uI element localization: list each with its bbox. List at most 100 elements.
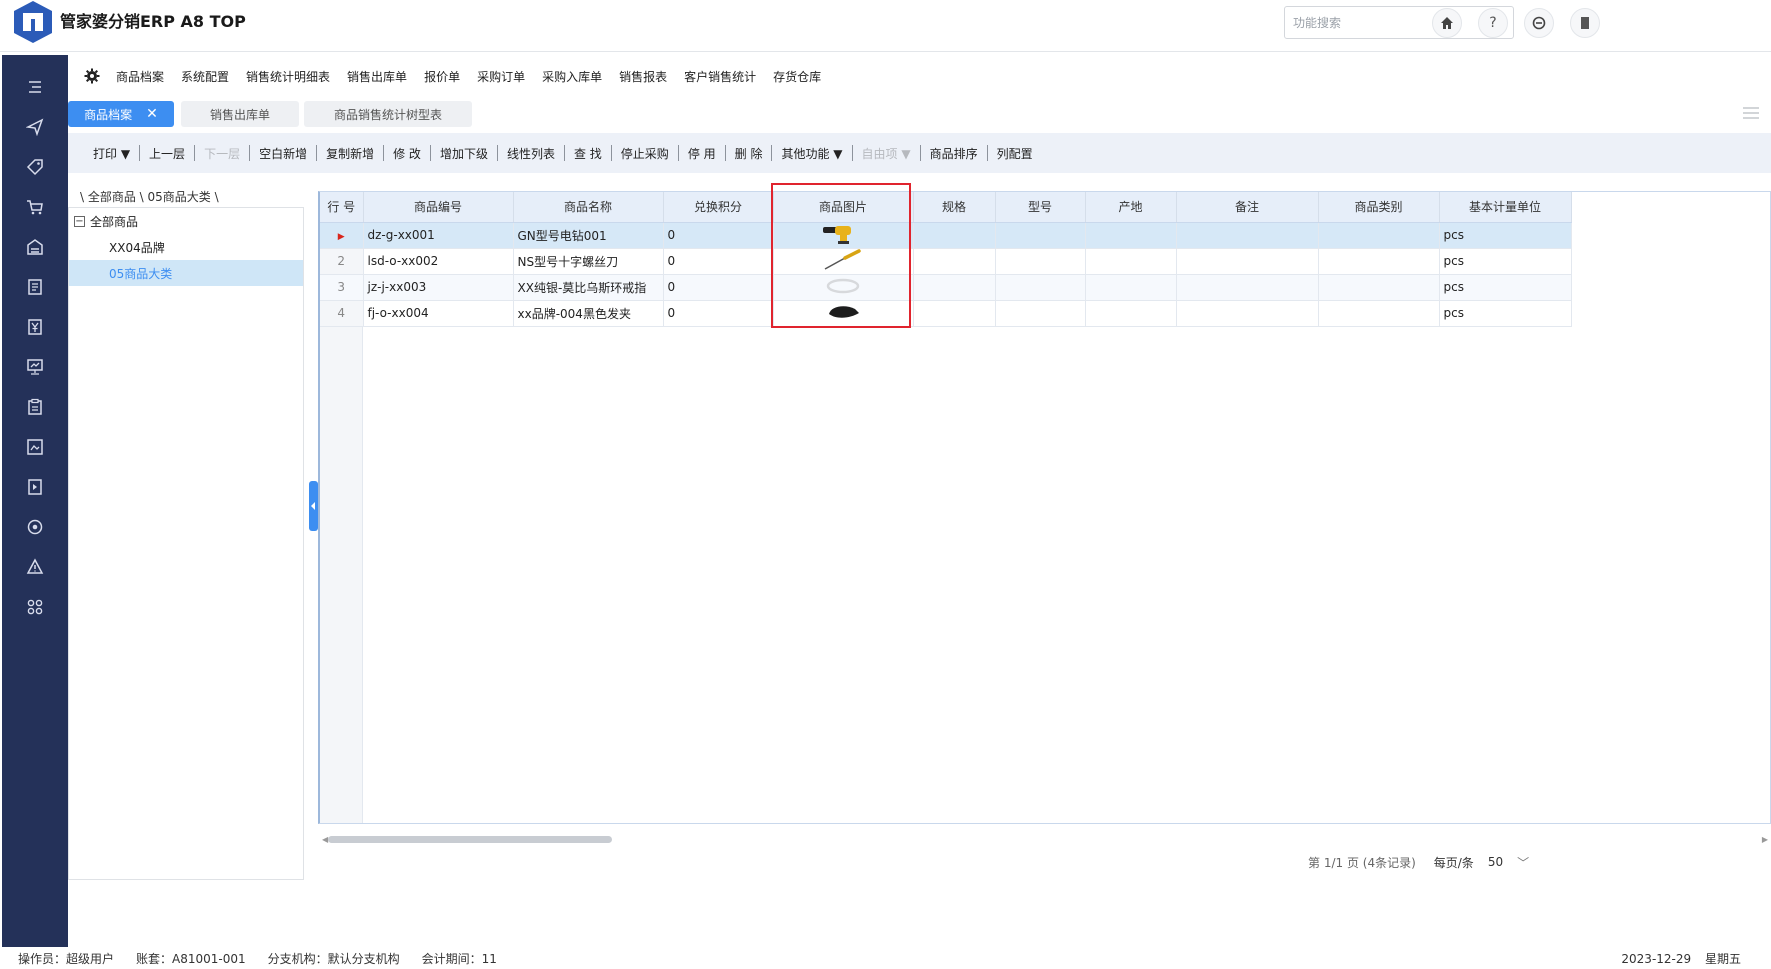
close-icon[interactable]: ✕ bbox=[146, 106, 158, 122]
warehouse-icon[interactable] bbox=[25, 237, 45, 257]
cell-points[interactable]: 0 bbox=[663, 274, 774, 301]
document-icon[interactable] bbox=[25, 277, 45, 297]
settings-icon[interactable] bbox=[25, 517, 45, 537]
menu-item-purchase-inbound[interactable]: 采购入库单 bbox=[542, 68, 602, 85]
tab-sales-tree-report[interactable]: 商品销售统计树型表 bbox=[304, 101, 472, 127]
column-header-spec[interactable]: 规格 bbox=[913, 192, 996, 223]
cell-category[interactable] bbox=[1318, 274, 1440, 301]
cell-remark[interactable] bbox=[1176, 300, 1319, 327]
custom-fields-button[interactable]: 自由项 ▼ bbox=[853, 145, 920, 162]
cell-code[interactable]: fj-o-xx004 bbox=[363, 300, 514, 327]
table-row[interactable]: 3 jz-j-xx003 XX纯银-莫比乌斯环戒指 0 pcs bbox=[320, 274, 1572, 301]
cell-points[interactable]: 0 bbox=[663, 300, 774, 327]
tag-icon[interactable] bbox=[25, 157, 45, 177]
cart-icon[interactable] bbox=[25, 197, 45, 217]
column-header-model[interactable]: 型号 bbox=[995, 192, 1086, 223]
cell-remark[interactable] bbox=[1176, 274, 1319, 301]
print-button[interactable]: 打印 ▼ bbox=[84, 145, 139, 162]
clipboard-icon[interactable] bbox=[25, 397, 45, 417]
cell-origin[interactable] bbox=[1085, 274, 1177, 301]
cell-name[interactable]: GN型号电钻001 bbox=[513, 222, 664, 249]
cell-name[interactable]: NS型号十字螺丝刀 bbox=[513, 248, 664, 275]
column-header-code[interactable]: 商品编号 bbox=[363, 192, 514, 223]
cell-category[interactable] bbox=[1318, 222, 1440, 249]
cell-code[interactable]: dz-g-xx001 bbox=[363, 222, 514, 249]
linear-list-button[interactable]: 线性列表 bbox=[498, 145, 564, 162]
cell-image[interactable] bbox=[773, 222, 914, 249]
cell-model[interactable] bbox=[995, 274, 1086, 301]
other-functions-button[interactable]: 其他功能 ▼ bbox=[772, 145, 851, 162]
menu-item-purchase-order[interactable]: 采购订单 bbox=[477, 68, 525, 85]
cell-model[interactable] bbox=[995, 222, 1086, 249]
column-header-name[interactable]: 商品名称 bbox=[513, 192, 664, 223]
tree-node-brand[interactable]: XX04品牌 bbox=[69, 234, 303, 260]
cell-name[interactable]: xx品牌-004黑色发夹 bbox=[513, 300, 664, 327]
blank-new-button[interactable]: 空白新增 bbox=[250, 145, 316, 162]
menu-item-quotation[interactable]: 报价单 bbox=[424, 68, 460, 85]
chevron-down-icon[interactable]: ﹀ bbox=[1517, 854, 1529, 871]
home-icon[interactable] bbox=[1432, 8, 1462, 38]
monitor-chart-icon[interactable] bbox=[25, 357, 45, 377]
tree-node-category[interactable]: 05商品大类 bbox=[69, 260, 303, 286]
finance-icon[interactable] bbox=[25, 317, 45, 337]
menu-item-system-config[interactable]: 系统配置 bbox=[181, 68, 229, 85]
cell-spec[interactable] bbox=[913, 222, 996, 249]
table-row[interactable]: 2 lsd-o-xx002 NS型号十字螺丝刀 0 pcs bbox=[320, 248, 1572, 275]
menu-list-icon[interactable] bbox=[25, 77, 45, 97]
column-header-remark[interactable]: 备注 bbox=[1176, 192, 1319, 223]
exit-icon[interactable] bbox=[1570, 8, 1600, 38]
column-header-origin[interactable]: 产地 bbox=[1085, 192, 1177, 223]
cell-name[interactable]: XX纯银-莫比乌斯环戒指 bbox=[513, 274, 664, 301]
help-icon[interactable]: ? bbox=[1478, 8, 1508, 38]
edit-button[interactable]: 修 改 bbox=[384, 145, 430, 162]
column-config-button[interactable]: 列配置 bbox=[988, 145, 1042, 162]
cell-origin[interactable] bbox=[1085, 222, 1177, 249]
table-row[interactable]: ▶ dz-g-xx001 GN型号电钻001 0 pcs bbox=[320, 222, 1572, 249]
product-sort-button[interactable]: 商品排序 bbox=[921, 145, 987, 162]
cell-image[interactable] bbox=[773, 274, 914, 301]
menu-item-inventory-warehouse[interactable]: 存货仓库 bbox=[773, 68, 821, 85]
find-button[interactable]: 查 找 bbox=[565, 145, 611, 162]
horizontal-scrollbar[interactable]: ◀ ▶ bbox=[322, 834, 1768, 844]
cell-points[interactable]: 0 bbox=[663, 248, 774, 275]
cell-points[interactable]: 0 bbox=[663, 222, 774, 249]
cell-unit[interactable]: pcs bbox=[1439, 248, 1572, 275]
tab-product-archive[interactable]: 商品档案 ✕ bbox=[68, 101, 174, 127]
tab-list-icon[interactable] bbox=[1741, 105, 1761, 121]
theme-icon[interactable] bbox=[1524, 8, 1554, 38]
send-icon[interactable] bbox=[25, 117, 45, 137]
image-report-icon[interactable] bbox=[25, 437, 45, 457]
delete-button[interactable]: 删 除 bbox=[726, 145, 772, 162]
scrollbar-thumb[interactable] bbox=[328, 836, 612, 843]
column-header-category[interactable]: 商品类别 bbox=[1318, 192, 1440, 223]
column-header-unit[interactable]: 基本计量单位 bbox=[1439, 192, 1572, 223]
down-level-button[interactable]: 下一层 bbox=[195, 145, 249, 162]
apps-icon[interactable] bbox=[25, 597, 45, 617]
copy-new-button[interactable]: 复制新增 bbox=[317, 145, 383, 162]
menu-item-sales-report[interactable]: 销售报表 bbox=[619, 68, 667, 85]
cell-origin[interactable] bbox=[1085, 248, 1177, 275]
page-size-select[interactable]: 50 bbox=[1488, 855, 1503, 869]
warning-icon[interactable] bbox=[25, 557, 45, 577]
gear-icon[interactable] bbox=[82, 66, 102, 86]
menu-item-sales-detail[interactable]: 销售统计明细表 bbox=[246, 68, 330, 85]
menu-item-customer-sales[interactable]: 客户销售统计 bbox=[684, 68, 756, 85]
column-header-points[interactable]: 兑换积分 bbox=[663, 192, 774, 223]
cell-spec[interactable] bbox=[913, 274, 996, 301]
cell-category[interactable] bbox=[1318, 300, 1440, 327]
disable-button[interactable]: 停 用 bbox=[679, 145, 725, 162]
cell-remark[interactable] bbox=[1176, 248, 1319, 275]
cell-image[interactable] bbox=[773, 248, 914, 275]
cell-spec[interactable] bbox=[913, 248, 996, 275]
cell-unit[interactable]: pcs bbox=[1439, 300, 1572, 327]
collapse-icon[interactable]: − bbox=[74, 215, 85, 227]
column-header-image[interactable]: 商品图片 bbox=[773, 192, 914, 223]
tab-sales-outbound[interactable]: 销售出库单 bbox=[181, 101, 299, 127]
tree-node-root[interactable]: − 全部商品 bbox=[69, 208, 303, 234]
menu-item-product-archive[interactable]: 商品档案 bbox=[116, 68, 164, 85]
stop-purchase-button[interactable]: 停止采购 bbox=[612, 145, 678, 162]
task-icon[interactable] bbox=[25, 477, 45, 497]
cell-origin[interactable] bbox=[1085, 300, 1177, 327]
cell-model[interactable] bbox=[995, 300, 1086, 327]
cell-unit[interactable]: pcs bbox=[1439, 222, 1572, 249]
